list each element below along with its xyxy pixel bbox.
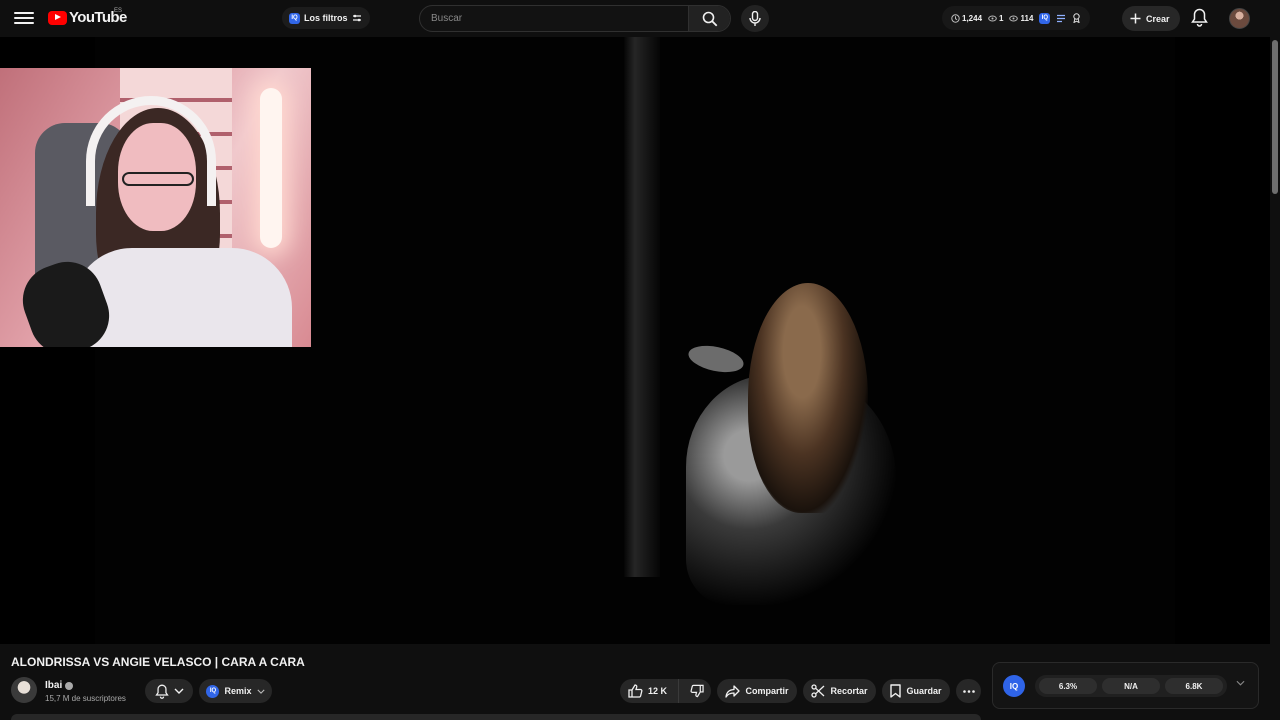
views-stat: 114 <box>1009 14 1033 23</box>
iq-metric-1[interactable]: 6.3% <box>1039 678 1097 694</box>
sliders-icon <box>352 14 361 22</box>
youtube-logo[interactable]: YouTube ES <box>48 8 127 26</box>
bell-icon <box>154 684 169 699</box>
iq-metric-2[interactable]: N/A <box>1102 678 1160 694</box>
filters-button[interactable]: IQ Los filtros <box>282 7 370 29</box>
iq-badge-icon: IQ <box>206 684 220 698</box>
channel-name-row[interactable]: Ibai <box>45 680 74 691</box>
iq-logo-icon[interactable]: IQ <box>1003 675 1025 697</box>
thumbs-down-icon <box>690 684 705 698</box>
award-icon[interactable] <box>1072 13 1081 23</box>
filters-label: Los filtros <box>304 13 348 23</box>
webcam-overlay <box>0 68 311 347</box>
views-value: 114 <box>1020 13 1034 23</box>
channel-name[interactable]: Ibai <box>45 680 62 691</box>
voice-search-button[interactable] <box>741 5 769 32</box>
video-title: ALONDRISSA VS ANGIE VELASCO | CARA A CAR… <box>11 655 305 669</box>
notifications-button[interactable] <box>1191 8 1208 32</box>
list-icon[interactable] <box>1056 14 1066 23</box>
iq-metric-bar: 6.3% N/A 6.8K <box>1035 675 1227 697</box>
watch-time-value: 1,244 <box>962 13 983 23</box>
scrollbar-thumb[interactable] <box>1272 40 1278 194</box>
create-button[interactable]: Crear <box>1122 6 1180 31</box>
clock-icon <box>951 13 960 23</box>
channel-avatar[interactable] <box>11 677 37 703</box>
subscription-notifications-button[interactable] <box>145 679 193 703</box>
dislike-button[interactable] <box>684 679 711 703</box>
video-scene-pole <box>624 37 660 577</box>
account-avatar[interactable] <box>1229 8 1250 29</box>
chevron-down-icon <box>256 689 265 694</box>
count-stat: 1 <box>988 14 1003 23</box>
clip-button[interactable]: Recortar <box>803 679 876 703</box>
mic-icon <box>749 11 761 26</box>
chevron-down-icon <box>174 688 183 694</box>
remix-label: Remix <box>224 686 252 696</box>
count-value: 1 <box>999 13 1004 23</box>
masthead: YouTube ES IQ Los filtros 1,244 1 114 IQ <box>0 0 1280 37</box>
extension-stats[interactable]: 1,244 1 114 IQ <box>942 6 1091 30</box>
verified-icon <box>65 681 74 690</box>
save-label: Guardar <box>906 686 942 696</box>
create-label: Crear <box>1146 13 1170 24</box>
youtube-play-icon <box>48 10 67 25</box>
video-scene-singer <box>686 283 936 613</box>
scissors-icon <box>811 684 825 698</box>
thumbs-up-icon <box>628 684 643 698</box>
more-icon <box>962 689 975 693</box>
search-box <box>419 5 731 32</box>
bell-icon <box>1191 8 1208 27</box>
remix-button[interactable]: IQ Remix <box>199 679 272 703</box>
like-count: 12 K <box>648 686 668 696</box>
menu-icon[interactable] <box>14 9 34 27</box>
share-button[interactable]: Compartir <box>717 679 797 703</box>
search-icon <box>702 11 717 26</box>
like-dislike-group: 12 K <box>620 679 711 703</box>
iq-metrics-panel: IQ 6.3% N/A 6.8K <box>992 662 1259 709</box>
like-button[interactable]: 12 K <box>620 679 679 703</box>
region-code: ES <box>114 8 123 14</box>
search-input[interactable] <box>420 6 688 31</box>
video-player[interactable] <box>0 37 1270 644</box>
eye-icon <box>988 15 997 21</box>
watch-time-stat: 1,244 <box>951 14 982 23</box>
more-actions-button[interactable] <box>956 679 981 703</box>
save-button[interactable]: Guardar <box>882 679 950 703</box>
eye-icon <box>1009 15 1019 21</box>
subscriber-count: 15,7 M de suscriptores <box>45 694 126 703</box>
search-button[interactable] <box>688 6 730 31</box>
description-box[interactable] <box>11 714 981 720</box>
clip-label: Recortar <box>830 686 868 696</box>
chevron-down-icon[interactable] <box>1236 680 1245 686</box>
share-label: Compartir <box>745 686 789 696</box>
plus-icon <box>1130 13 1141 24</box>
share-icon <box>725 684 741 698</box>
iq-badge-icon[interactable]: IQ <box>1039 12 1051 24</box>
iq-metric-3[interactable]: 6.8K <box>1165 678 1223 694</box>
bookmark-icon <box>890 684 902 698</box>
iq-badge-icon: IQ <box>289 12 300 24</box>
